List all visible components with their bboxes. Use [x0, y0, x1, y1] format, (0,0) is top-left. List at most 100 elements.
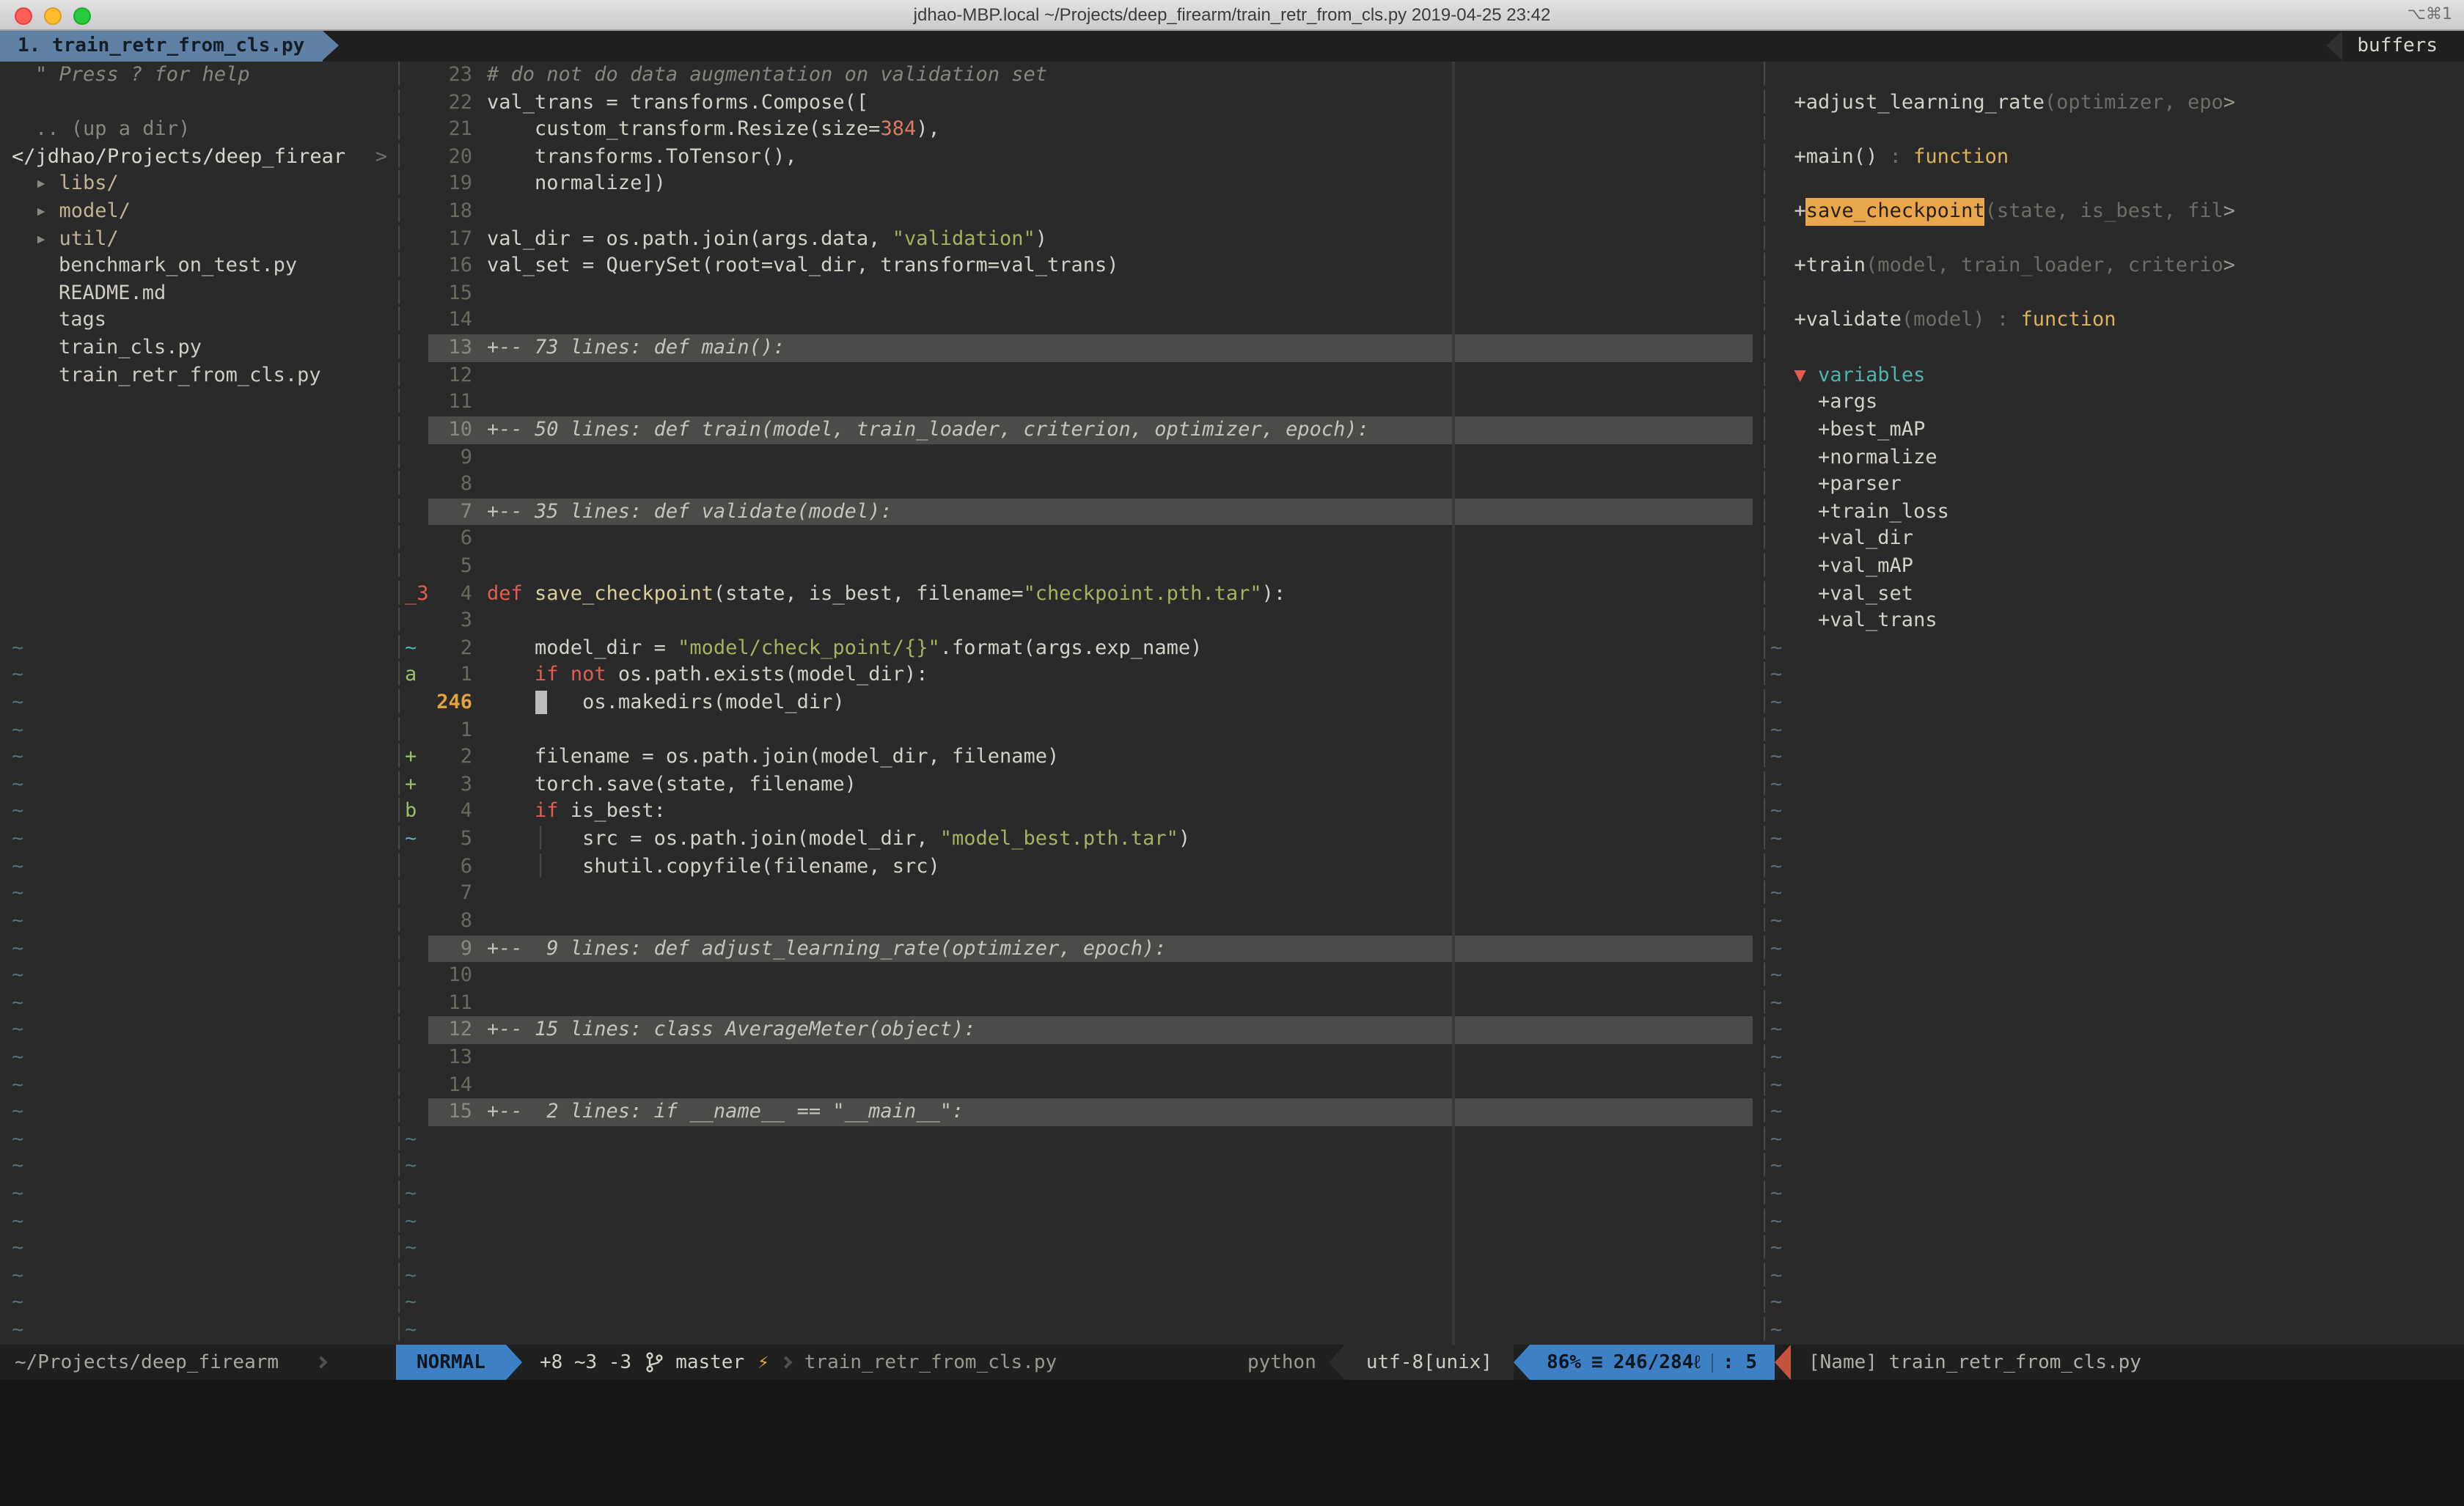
- code-line[interactable]: │+3 torch.save(state, filename): [393, 771, 1759, 798]
- tag-entry[interactable]: │ +val_trans: [1759, 607, 2464, 634]
- tag-entry[interactable]: │ +parser: [1759, 471, 2464, 498]
- tree-up-dir[interactable]: .. (up a dir): [0, 116, 393, 143]
- line-number: 3: [428, 607, 472, 634]
- line-number: 18: [428, 198, 472, 225]
- code-line[interactable]: │18: [393, 198, 1759, 225]
- code-line[interactable]: │~2 model_dir = "model/check_point/{}".f…: [393, 635, 1759, 662]
- folded-code-line[interactable]: │13+-- 73 lines: def main():: [393, 334, 1759, 361]
- gutter-sign: _3: [405, 580, 428, 607]
- tree-help-text: " Press ? for help: [0, 62, 393, 89]
- filler-line: ~: [0, 1153, 393, 1180]
- code-line[interactable]: │+2 filename = os.path.join(model_dir, f…: [393, 743, 1759, 771]
- window-separator: │: [1759, 689, 1770, 716]
- code-line[interactable]: │10: [393, 962, 1759, 989]
- code-line[interactable]: │8: [393, 908, 1759, 935]
- tag-section-header[interactable]: │ ▼ variables: [1759, 361, 2464, 389]
- code-line[interactable]: │1: [393, 716, 1759, 743]
- window-separator: │: [393, 1126, 405, 1153]
- zoom-button[interactable]: [73, 7, 91, 24]
- code-line[interactable]: │b4 if is_best:: [393, 798, 1759, 826]
- code-line[interactable]: │17val_dir = os.path.join(args.data, "va…: [393, 225, 1759, 252]
- folded-code-line[interactable]: │10+-- 50 lines: def train(model, train_…: [393, 416, 1759, 444]
- code-line[interactable]: │7: [393, 881, 1759, 908]
- code-line[interactable]: │22val_trans = transforms.Compose([: [393, 89, 1759, 116]
- code-line[interactable]: │a1 if not os.path.exists(model_dir):: [393, 662, 1759, 689]
- tag-entry[interactable]: │ +validate(model) : function: [1759, 307, 2464, 334]
- window-separator: │: [393, 743, 405, 771]
- tree-dir-item[interactable]: ▸ libs/: [0, 171, 393, 198]
- code-line[interactable]: │23# do not do data augmentation on vali…: [393, 62, 1759, 89]
- line-number: 8: [428, 471, 472, 498]
- tag-entry[interactable]: │ +normalize: [1759, 444, 2464, 471]
- code-line[interactable]: │246 os.makedirs(model_dir): [393, 689, 1759, 716]
- folded-code-line[interactable]: │7+-- 35 lines: def validate(model):: [393, 499, 1759, 526]
- tag-entry[interactable]: │ +args: [1759, 389, 2464, 416]
- code-line[interactable]: │16val_set = QuerySet(root=val_dir, tran…: [393, 253, 1759, 280]
- tag-entry[interactable]: │ +best_mAP: [1759, 416, 2464, 444]
- tag-entry[interactable]: │ +val_dir: [1759, 526, 2464, 553]
- gutter-sign: b: [405, 798, 428, 826]
- statusline-cwd: ~/Projects/deep_firearm: [0, 1345, 337, 1380]
- filler-line: ~: [0, 635, 393, 662]
- tree-file-item[interactable]: train_retr_from_cls.py: [0, 361, 393, 389]
- code-line[interactable]: │19 normalize]): [393, 171, 1759, 198]
- line-number: 5: [428, 826, 472, 853]
- tree-file-item[interactable]: benchmark_on_test.py: [0, 253, 393, 280]
- tree-file-item[interactable]: README.md: [0, 280, 393, 307]
- filler-line: │~: [1759, 1317, 2464, 1344]
- code-line[interactable]: │6 │ shutil.copyfile(filename, src): [393, 853, 1759, 880]
- window-separator: │: [393, 1098, 405, 1125]
- window-separator: │: [393, 1263, 405, 1290]
- code-line[interactable]: │12: [393, 361, 1759, 389]
- code-line[interactable]: │3: [393, 607, 1759, 634]
- tag-entry[interactable]: │ +save_checkpoint(state, is_best, fil>: [1759, 198, 2464, 225]
- tree-dir-item[interactable]: ▸ model/: [0, 198, 393, 225]
- code-line[interactable]: │11: [393, 389, 1759, 416]
- window-separator: │: [393, 580, 405, 607]
- code-line[interactable]: │6: [393, 526, 1759, 553]
- folded-code-line[interactable]: │15+-- 2 lines: if __name__ == "__main__…: [393, 1098, 1759, 1125]
- tree-file-item[interactable]: train_cls.py: [0, 334, 393, 361]
- filler-line: │~: [1759, 635, 2464, 662]
- code-line[interactable]: │15: [393, 280, 1759, 307]
- tagbar-pane: │ │ +adjust_learning_rate(optimizer, epo>…: [1759, 62, 2464, 1345]
- window-separator: │: [393, 1044, 405, 1071]
- code-line[interactable]: │8: [393, 471, 1759, 498]
- minimize-button[interactable]: [44, 7, 62, 24]
- code-line[interactable]: │13: [393, 1044, 1759, 1071]
- window-separator: │: [1759, 1317, 1770, 1344]
- tree-root[interactable]: </jdhao/Projects/deep_firear>: [0, 144, 393, 171]
- code-line[interactable]: │5: [393, 553, 1759, 580]
- code-line[interactable]: │20 transforms.ToTensor(),: [393, 144, 1759, 171]
- code-line[interactable]: │9: [393, 444, 1759, 471]
- close-button[interactable]: [15, 7, 32, 24]
- tag-entry[interactable]: │ +adjust_learning_rate(optimizer, epo>: [1759, 89, 2464, 116]
- tab-train-retr-from-cls[interactable]: 1. train_retr_from_cls.py: [0, 31, 322, 62]
- filler-line: ~: [0, 798, 393, 826]
- tag-entry[interactable]: │ +val_set: [1759, 580, 2464, 607]
- window-separator: │: [393, 1071, 405, 1098]
- code-line[interactable]: │14: [393, 307, 1759, 334]
- code-line[interactable]: │~5 │ src = os.path.join(model_dir, "mod…: [393, 826, 1759, 853]
- folded-code-line[interactable]: │9+-- 9 lines: def adjust_learning_rate(…: [393, 935, 1759, 962]
- tag-entry[interactable]: │ +val_mAP: [1759, 553, 2464, 580]
- tag-entry[interactable]: │ +train(model, train_loader, criterio>: [1759, 253, 2464, 280]
- filler-line: │~: [1759, 771, 2464, 798]
- cwd-path: ~/Projects/deep_firearm: [15, 1351, 279, 1373]
- code-line[interactable]: │11: [393, 989, 1759, 1016]
- code-line[interactable]: │_34def save_checkpoint(state, is_best, …: [393, 580, 1759, 607]
- tag-entry[interactable]: │ +train_loss: [1759, 499, 2464, 526]
- folded-code-line[interactable]: │12+-- 15 lines: class AverageMeter(obje…: [393, 1017, 1759, 1044]
- window-separator: │: [1759, 662, 1770, 689]
- window-separator: │: [1759, 307, 1770, 334]
- tree-dir-item[interactable]: ▸ util/: [0, 225, 393, 252]
- window-separator: │: [393, 116, 405, 143]
- window-separator: │: [393, 635, 405, 662]
- line-number: 1: [428, 716, 472, 743]
- tag-entry[interactable]: │ +main() : function: [1759, 144, 2464, 171]
- code-line[interactable]: │14: [393, 1071, 1759, 1098]
- code-line[interactable]: │21 custom_transform.Resize(size=384),: [393, 116, 1759, 143]
- filler-line: ~: [0, 935, 393, 962]
- window-separator: │: [1759, 416, 1770, 444]
- tree-file-item[interactable]: tags: [0, 307, 393, 334]
